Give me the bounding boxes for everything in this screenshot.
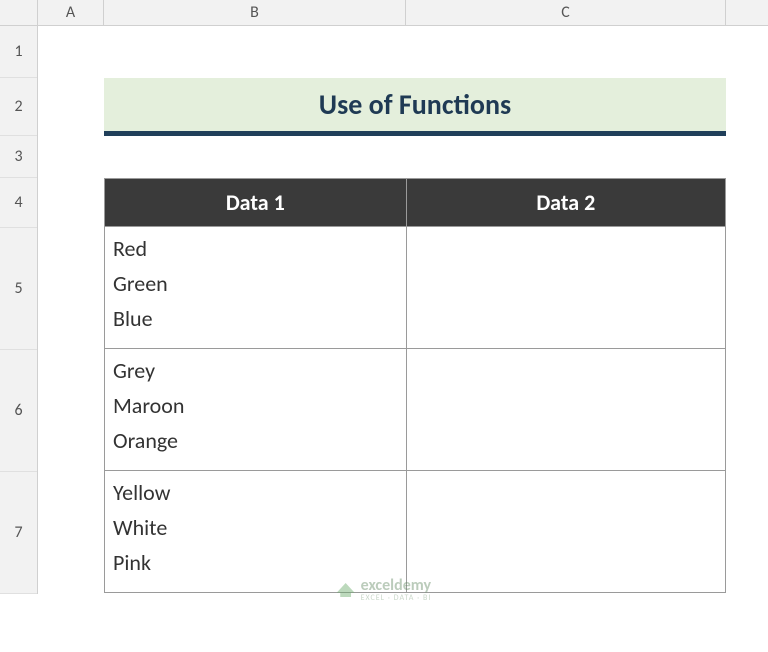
cell-b6[interactable]: Grey Maroon Orange xyxy=(105,349,407,471)
watermark-text: exceldemy EXCEL · DATA · BI xyxy=(361,578,432,602)
header-data-1[interactable]: Data 1 xyxy=(105,179,407,227)
cell-c5[interactable] xyxy=(406,227,725,349)
cell-c6[interactable] xyxy=(406,349,725,471)
row-headers-column: 1 2 3 4 5 6 7 xyxy=(0,26,38,594)
row-header-7[interactable]: 7 xyxy=(0,472,37,594)
row-header-2[interactable]: 2 xyxy=(0,78,37,136)
header-data-2[interactable]: Data 2 xyxy=(406,179,725,227)
house-icon xyxy=(337,583,355,597)
column-header-b[interactable]: B xyxy=(104,0,406,25)
row-header-1[interactable]: 1 xyxy=(0,26,37,78)
table-row: Red Green Blue xyxy=(105,227,726,349)
select-all-corner[interactable] xyxy=(0,0,38,25)
watermark: exceldemy EXCEL · DATA · BI xyxy=(337,578,432,602)
table-row: Grey Maroon Orange xyxy=(105,349,726,471)
spreadsheet-grid: A B C 1 2 3 4 5 6 7 Use of Functions Dat… xyxy=(0,0,768,652)
row-header-3[interactable]: 3 xyxy=(0,136,37,178)
watermark-sub: EXCEL · DATA · BI xyxy=(361,594,432,602)
cell-b5[interactable]: Red Green Blue xyxy=(105,227,407,349)
watermark-main: exceldemy xyxy=(361,578,432,594)
cell-c7[interactable] xyxy=(406,471,725,593)
table-header-row: Data 1 Data 2 xyxy=(105,179,726,227)
column-headers-row: A B C xyxy=(0,0,768,26)
row-header-4[interactable]: 4 xyxy=(0,178,37,228)
cells-area[interactable]: Use of Functions Data 1 Data 2 Red Green… xyxy=(38,26,768,594)
page-title[interactable]: Use of Functions xyxy=(104,78,726,136)
column-header-c[interactable]: C xyxy=(406,0,726,25)
row-header-5[interactable]: 5 xyxy=(0,228,37,350)
row-header-6[interactable]: 6 xyxy=(0,350,37,472)
cell-b7[interactable]: Yellow White Pink xyxy=(105,471,407,593)
column-header-a[interactable]: A xyxy=(38,0,104,25)
table-row: Yellow White Pink xyxy=(105,471,726,593)
data-table: Data 1 Data 2 Red Green Blue Grey Maroon… xyxy=(104,178,726,593)
